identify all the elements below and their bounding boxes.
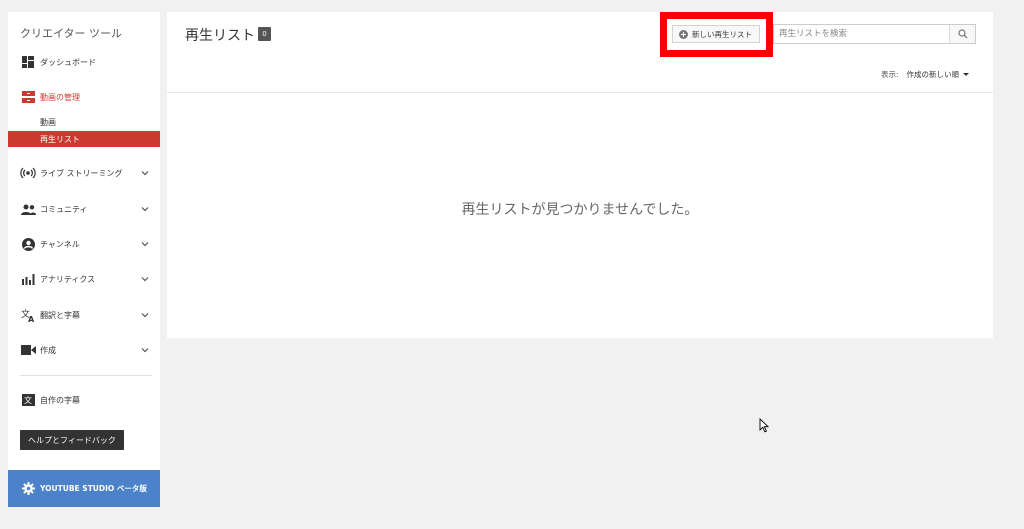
chevron-down-icon	[141, 277, 149, 282]
empty-state-message: 再生リストが見つかりませんでした。	[461, 202, 699, 218]
playlists-panel: 再生リスト 0 新しい再生リスト 表示: 作成の新しい順 再生リストが見つかりま…	[167, 12, 993, 338]
chevron-down-icon	[141, 207, 149, 212]
account-circle-icon	[20, 236, 36, 252]
mouse-cursor-icon	[759, 418, 769, 433]
subtitles-translate-icon: 文	[20, 392, 36, 408]
translate-icon: 文A	[20, 307, 36, 323]
sidebar-item-live[interactable]: ライブ ストリーミング	[8, 160, 160, 186]
help-feedback-button[interactable]: ヘルプとフィードバック	[20, 430, 124, 450]
add-circle-icon	[679, 29, 688, 39]
sidebar-item-label: ライブ ストリーミング	[40, 168, 123, 178]
sidebar-divider	[20, 375, 152, 376]
sidebar-title: クリエイター ツール	[20, 27, 123, 40]
sort-value: 作成の新しい順	[906, 70, 960, 79]
sidebar-item-label: コミュニティ	[40, 204, 88, 214]
sidebar-subitem-videos[interactable]: 動画	[8, 114, 160, 130]
live-broadcast-icon	[20, 165, 36, 181]
header-divider	[167, 92, 993, 93]
sidebar-item-label: アナリティクス	[40, 274, 96, 284]
sort-dropdown[interactable]: 作成の新しい順	[906, 69, 969, 80]
svg-text:A: A	[28, 315, 35, 322]
sidebar-item-label: チャンネル	[40, 239, 80, 249]
playlist-count-badge: 0	[258, 27, 271, 41]
sidebar-item-community[interactable]: コミュニティ	[8, 196, 160, 222]
sort-control: 表示: 作成の新しい順	[881, 69, 969, 80]
sidebar-item-label: 動画の管理	[40, 92, 80, 102]
sidebar-subitem-playlists[interactable]: 再生リスト	[8, 131, 160, 147]
sidebar-item-label: ダッシュボード	[40, 57, 96, 67]
sidebar-subitem-label: 動画	[40, 117, 56, 127]
new-playlist-label: 新しい再生リスト	[692, 29, 752, 39]
chevron-down-icon	[141, 242, 149, 247]
youtube-studio-beta-label: YOUTUBE STUDIO ベータ版	[40, 484, 147, 493]
youtube-studio-beta-link[interactable]: YOUTUBE STUDIO ベータ版	[8, 470, 160, 507]
sidebar-item-your-subtitles[interactable]: 文 自作の字幕	[8, 387, 160, 413]
dashboard-icon	[20, 54, 36, 70]
playlist-search	[773, 24, 976, 44]
gear-icon	[20, 481, 36, 497]
search-icon	[957, 29, 967, 39]
sidebar-subitem-label: 再生リスト	[40, 134, 80, 144]
sidebar-item-dashboard[interactable]: ダッシュボード	[8, 49, 160, 75]
sidebar-item-label: 翻訳と字幕	[40, 310, 80, 320]
chevron-down-icon	[141, 171, 149, 176]
playlist-search-input[interactable]	[774, 25, 946, 43]
sidebar-item-label: 作成	[40, 345, 56, 355]
videocam-icon	[20, 342, 36, 358]
svg-text:文: 文	[24, 395, 32, 405]
new-playlist-button[interactable]: 新しい再生リスト	[672, 25, 760, 43]
sidebar-item-create[interactable]: 作成	[8, 337, 160, 363]
chevron-down-icon	[141, 348, 149, 353]
sidebar-item-video-manager[interactable]: 動画の管理	[8, 84, 160, 110]
caret-down-icon	[963, 73, 969, 76]
bar-chart-icon	[20, 271, 36, 287]
video-manager-icon	[20, 89, 36, 105]
sidebar-item-analytics[interactable]: アナリティクス	[8, 266, 160, 292]
community-icon	[20, 201, 36, 217]
page-title: 再生リスト	[185, 28, 255, 44]
search-button[interactable]	[949, 25, 975, 43]
sidebar-item-label: 自作の字幕	[40, 395, 80, 405]
sort-prefix-label: 表示:	[880, 70, 899, 79]
sidebar: クリエイター ツール ダッシュボード 動画の管理 動画 再生リスト ライブ スト…	[8, 12, 160, 507]
sidebar-item-translations[interactable]: 文A 翻訳と字幕	[8, 302, 160, 328]
chevron-down-icon	[141, 313, 149, 318]
sidebar-item-channel[interactable]: チャンネル	[8, 231, 160, 257]
